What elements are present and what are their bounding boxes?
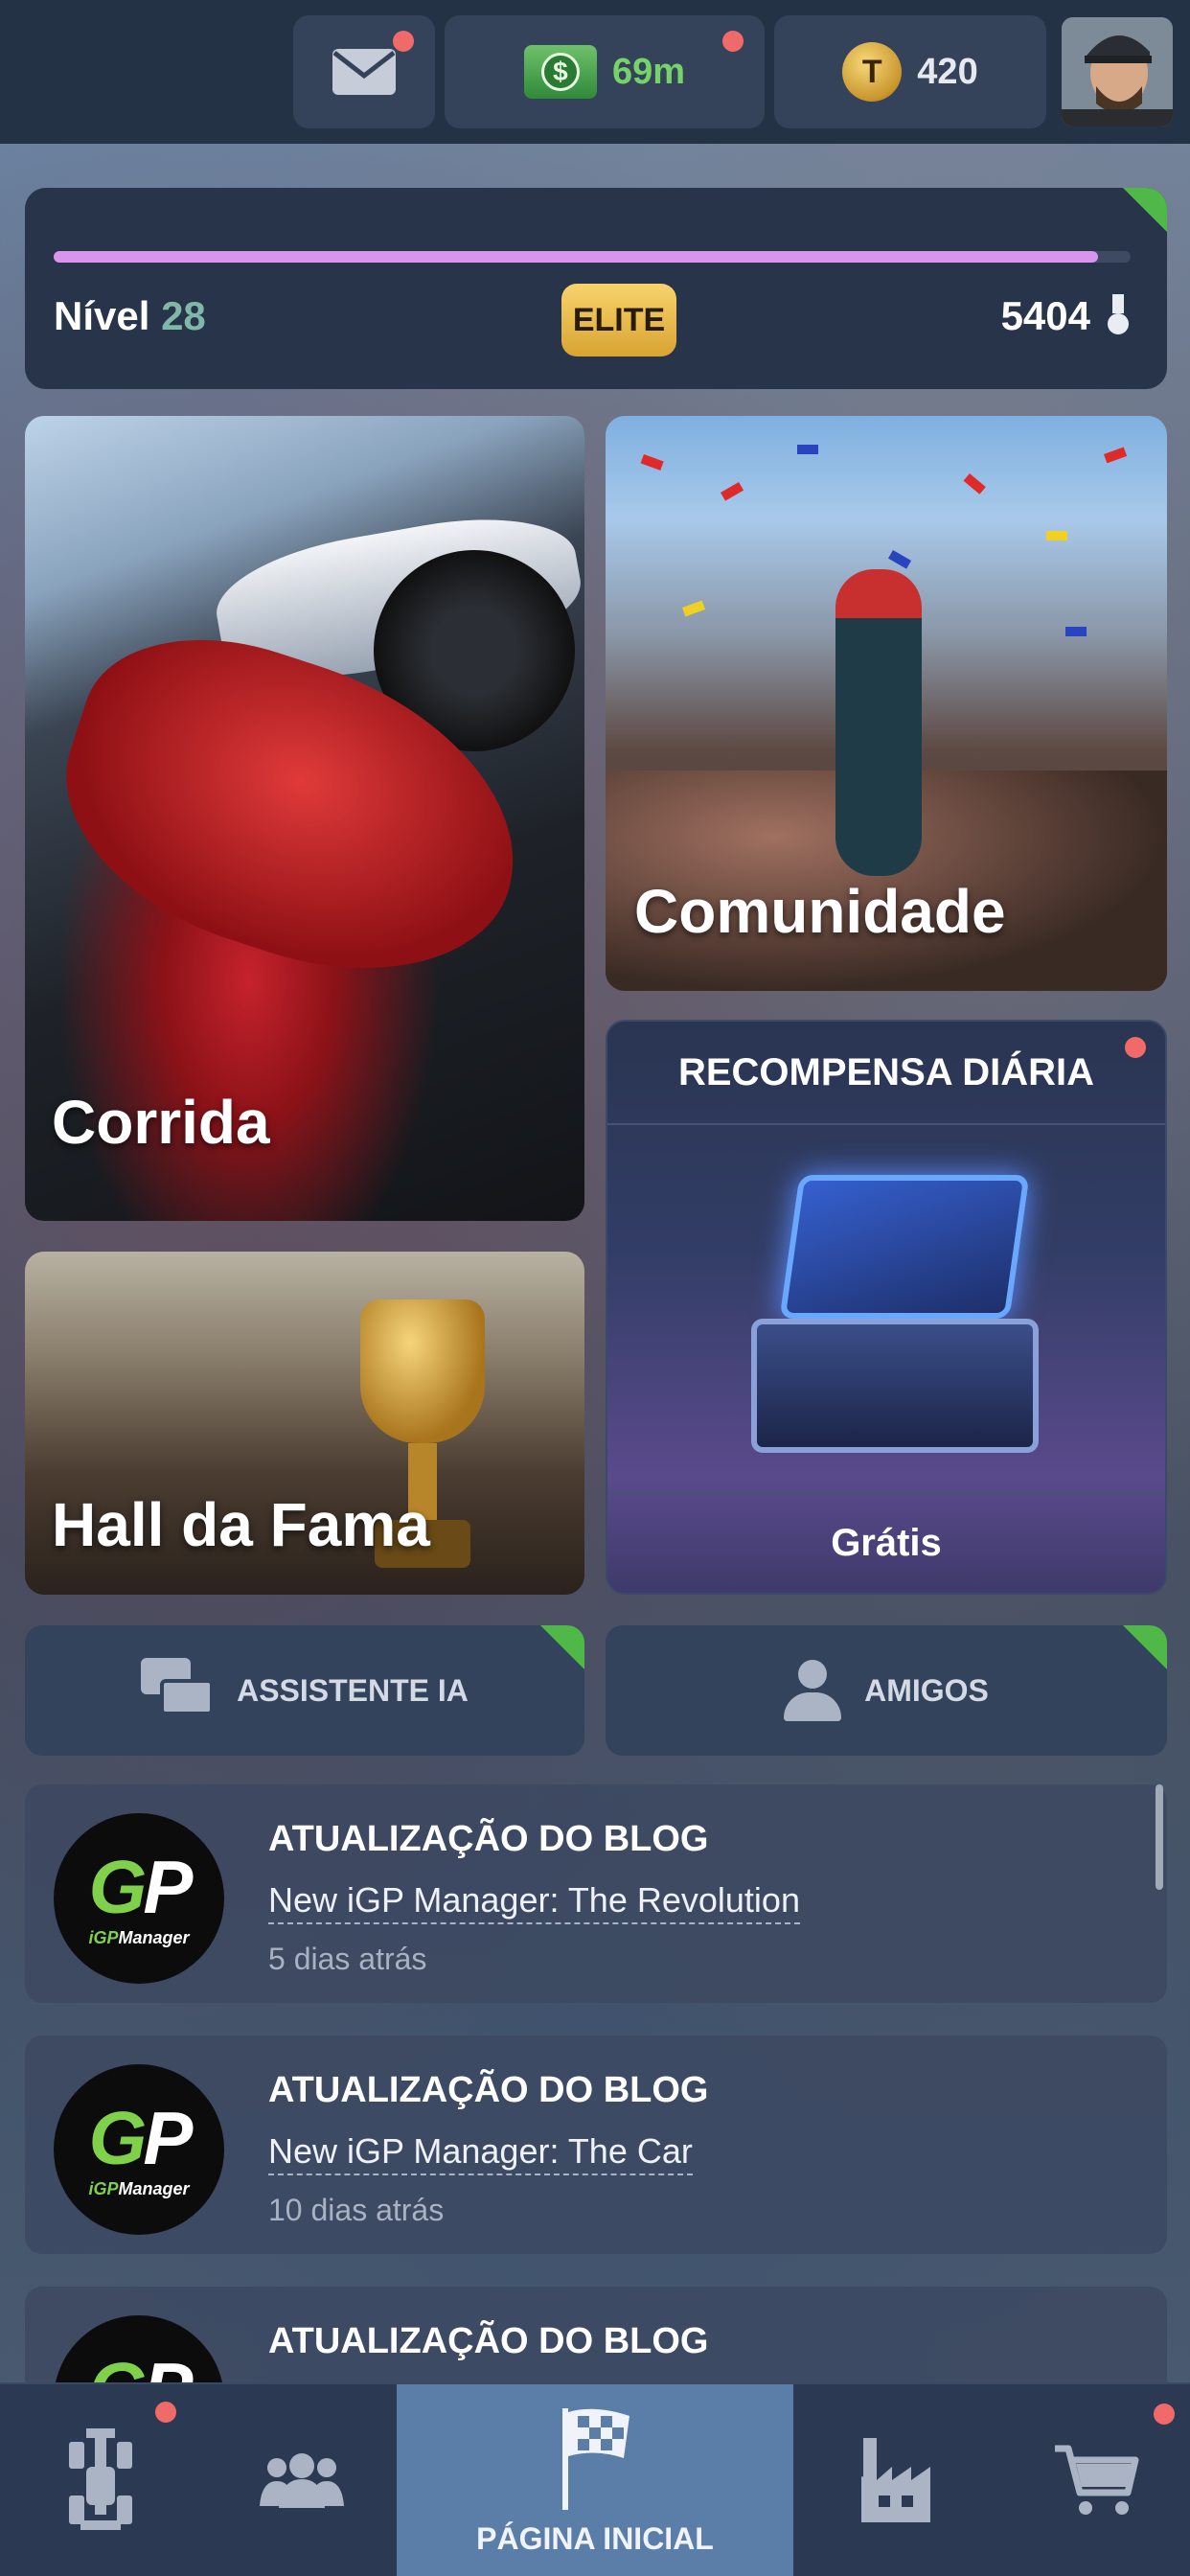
blog-kind: ATUALIZAÇÃO DO BLOG xyxy=(268,2321,709,2361)
blog-date: 10 dias atrás xyxy=(268,2193,445,2227)
blog-kind: ATUALIZAÇÃO DO BLOG xyxy=(268,2070,709,2110)
blog-title-link[interactable]: New iGP Manager: The Revolution xyxy=(268,1880,800,1924)
hall-of-fame-tile[interactable]: Hall da Fama xyxy=(25,1252,584,1595)
race-tile-title: Corrida xyxy=(52,1088,270,1157)
elite-badge[interactable]: ELITE xyxy=(561,284,676,356)
chat-bubbles-icon xyxy=(141,1658,215,1723)
factory-icon xyxy=(861,2438,930,2522)
notification-dot xyxy=(155,2402,176,2423)
ai-assistant-button[interactable]: ASSISTENTE IA xyxy=(25,1625,584,1756)
igp-logo-icon: GP iGPManager xyxy=(54,2064,224,2235)
daily-reward-tile[interactable]: RECOMPENSA DIÁRIA Grátis xyxy=(606,1020,1167,1595)
nav-shop[interactable] xyxy=(1029,2384,1175,2576)
cash-button[interactable]: $ 69m xyxy=(445,15,765,128)
profile-photo xyxy=(1062,17,1173,126)
notification-dot xyxy=(393,31,414,52)
ai-assistant-label: ASSISTENTE IA xyxy=(237,1672,469,1708)
people-icon xyxy=(260,2453,344,2508)
token-coin-icon: T xyxy=(842,42,903,102)
blog-title-link[interactable]: New iGP Manager: The Car xyxy=(268,2131,693,2175)
notification-dot xyxy=(722,31,744,52)
medal-icon xyxy=(1108,294,1129,338)
level-label: Nível 28 xyxy=(54,293,206,338)
level-progress-fill xyxy=(54,251,1099,263)
level-number: 28 xyxy=(161,293,206,338)
friends-button[interactable]: AMIGOS xyxy=(606,1625,1167,1756)
nav-home[interactable]: PÁGINA INICIAL xyxy=(397,2384,793,2576)
cart-icon xyxy=(1055,2445,1139,2515)
avatar[interactable] xyxy=(1062,17,1173,126)
points-value: 5404 xyxy=(1000,293,1090,338)
blog-date: 5 dias atrás xyxy=(268,1942,427,1976)
race-tile[interactable]: Corrida xyxy=(25,416,584,1221)
mail-button[interactable] xyxy=(293,15,435,128)
friends-label: AMIGOS xyxy=(864,1672,989,1708)
race-car-icon xyxy=(69,2428,132,2530)
nav-team[interactable] xyxy=(240,2384,364,2576)
daily-reward-title: RECOMPENSA DIÁRIA xyxy=(607,1022,1165,1125)
cash-amount: 69m xyxy=(611,51,686,92)
top-bar: $ 69m T 420 xyxy=(0,0,1190,144)
level-panel[interactable]: Nível 28 ELITE 5404 xyxy=(25,188,1167,389)
hall-of-fame-title: Hall da Fama xyxy=(52,1490,430,1559)
chest-icon xyxy=(751,1175,1039,1462)
person-icon xyxy=(784,1660,842,1721)
new-indicator-flag xyxy=(1123,188,1167,232)
envelope-icon xyxy=(332,49,396,95)
community-tile-title: Comunidade xyxy=(634,877,1006,946)
driver-image xyxy=(835,569,922,876)
checkered-flag-icon xyxy=(562,2407,629,2510)
notification-dot xyxy=(1154,2404,1175,2425)
nav-facility[interactable] xyxy=(834,2384,958,2576)
blog-card[interactable]: GP iGPManager ATUALIZAÇÃO DO BLOG New iG… xyxy=(25,1784,1167,2003)
nav-home-label: PÁGINA INICIAL xyxy=(476,2520,714,2556)
igp-logo-icon: GP iGPManager xyxy=(54,1813,224,1984)
bottom-nav: PÁGINA INICIAL xyxy=(0,2382,1190,2576)
community-tile[interactable]: Comunidade xyxy=(606,416,1167,991)
tokens-button[interactable]: T 420 xyxy=(774,15,1046,128)
new-indicator-flag xyxy=(540,1625,584,1669)
points-display: 5404 xyxy=(1001,293,1129,339)
notification-dot xyxy=(1125,1037,1146,1058)
token-count: 420 xyxy=(917,51,978,92)
blog-kind: ATUALIZAÇÃO DO BLOG xyxy=(268,1819,709,1859)
new-indicator-flag xyxy=(1123,1625,1167,1669)
cash-icon: $ xyxy=(523,45,597,99)
daily-reward-footer: Grátis xyxy=(607,1491,1165,1593)
level-progress-bar xyxy=(54,251,1131,263)
scrollbar[interactable] xyxy=(1156,1784,1163,1890)
blog-card[interactable]: GP iGPManager ATUALIZAÇÃO DO BLOG New iG… xyxy=(25,2036,1167,2254)
nav-car[interactable] xyxy=(38,2384,176,2576)
